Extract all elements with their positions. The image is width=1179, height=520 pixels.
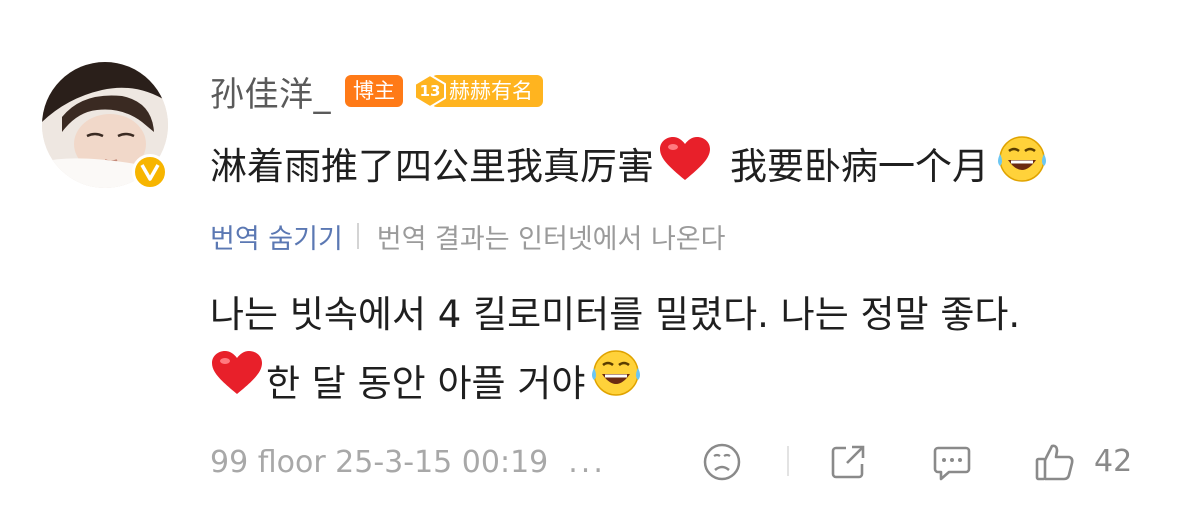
comment-text: 淋着雨推了四公里我真厉害 我要卧病一个月 bbox=[210, 135, 1049, 191]
level-title: 赫赫有名 bbox=[431, 75, 543, 107]
laugh-cry-emoji bbox=[589, 348, 643, 419]
divider bbox=[356, 223, 359, 249]
comment-meta: 99 floor 25-3-15 00:19 bbox=[210, 444, 549, 480]
comment-header: 孙佳洋_ 博主 13 赫赫有名 bbox=[210, 67, 543, 116]
comment-text-part2: 我要卧病一个月 bbox=[730, 145, 989, 188]
laugh-cry-emoji bbox=[995, 134, 1049, 193]
comment-text-part1: 淋着雨推了四公里我真厉害 bbox=[210, 145, 654, 188]
username[interactable]: 孙佳洋_ bbox=[210, 67, 331, 116]
blogger-badge: 博主 bbox=[345, 75, 403, 107]
heart-emoji bbox=[658, 136, 712, 191]
comment-icon[interactable] bbox=[932, 442, 972, 482]
translation-source-note: 번역 결과는 인터넷에서 나온다 bbox=[376, 223, 726, 255]
sad-face-icon[interactable] bbox=[702, 442, 742, 482]
divider bbox=[787, 446, 789, 476]
level-badge[interactable]: 13 赫赫有名 bbox=[413, 74, 543, 108]
translation-bar: 번역 숨기기 번역 결과는 인터넷에서 나온다 bbox=[210, 216, 725, 256]
level-number-badge: 13 bbox=[413, 74, 447, 108]
translated-line-2-row: 한 달 동안 아플 거야 bbox=[210, 348, 1170, 419]
verified-icon bbox=[132, 154, 168, 190]
hide-translation-link[interactable]: 번역 숨기기 bbox=[210, 217, 343, 256]
thumbs-up-icon[interactable] bbox=[1034, 442, 1074, 482]
more-button[interactable]: ... bbox=[568, 445, 606, 480]
translated-line-2: 한 달 동안 아플 거야 bbox=[266, 361, 586, 405]
comment-footer: 99 floor 25-3-15 00:19 ... bbox=[210, 440, 1140, 484]
translated-line-1: 나는 빗속에서 4 킬로미터를 밀렸다. 나는 정말 좋다. bbox=[210, 293, 1021, 336]
share-icon[interactable] bbox=[828, 442, 868, 482]
like-count: 42 bbox=[1094, 444, 1133, 479]
translated-text: 나는 빗속에서 4 킬로미터를 밀렸다. 나는 정말 좋다. 한 달 동안 아플… bbox=[210, 282, 1170, 419]
heart-emoji bbox=[210, 350, 264, 417]
